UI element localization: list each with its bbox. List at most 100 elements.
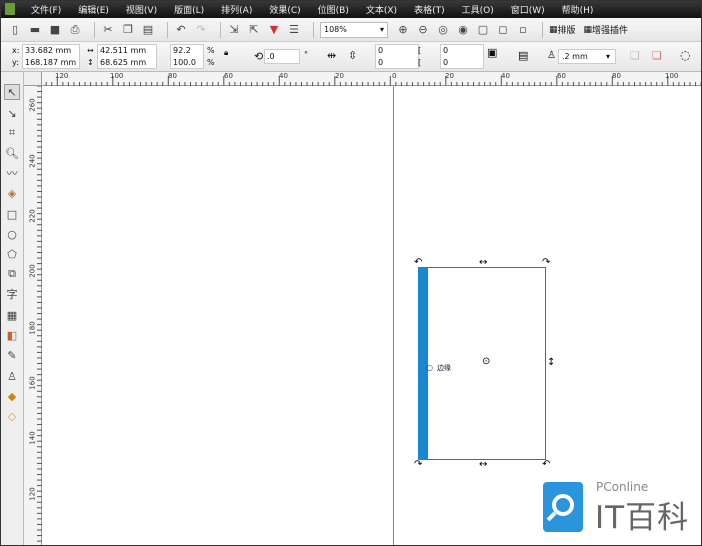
- cut-icon[interactable]: ✂: [101, 23, 115, 37]
- mirror-vertical-icon[interactable]: ⇳: [348, 50, 357, 62]
- ruler-label: 160: [28, 376, 37, 390]
- corner-top-right-input[interactable]: 0: [443, 45, 448, 57]
- copy-icon[interactable]: ❐: [121, 23, 135, 37]
- options-icon[interactable]: ☰: [287, 23, 301, 37]
- menu-help[interactable]: 帮助(H): [562, 3, 594, 16]
- skew-handle-icon[interactable]: ↔: [479, 258, 487, 268]
- layout-label: 排版: [557, 26, 576, 36]
- skew-handle-icon[interactable]: ↕: [547, 358, 555, 368]
- zoom-page-icon[interactable]: ▢: [476, 23, 490, 37]
- node-icon[interactable]: ○: [426, 363, 433, 373]
- ellipse-tool-icon[interactable]: ○: [4, 226, 20, 242]
- zoom-out-icon[interactable]: ⊖: [416, 23, 430, 37]
- rotate-handle-icon[interactable]: ↶: [414, 258, 422, 268]
- menu-arrange[interactable]: 排列(A): [221, 3, 252, 16]
- crop-tool-icon[interactable]: ⌗: [4, 125, 20, 141]
- zoom-level-select[interactable]: 108% ▾: [320, 21, 388, 38]
- horizontal-ruler[interactable]: 120 100 80 60 40 20 0 20 40 60 80 100: [24, 72, 702, 86]
- menu-file[interactable]: 文件(F): [31, 3, 61, 16]
- zoom-in-icon[interactable]: ⊕: [396, 23, 410, 37]
- redo-icon[interactable]: ↷: [194, 23, 208, 37]
- y-position-input[interactable]: 168.187 mm: [25, 57, 76, 69]
- open-icon[interactable]: ▬: [28, 23, 42, 37]
- rotation-input[interactable]: .0: [267, 51, 275, 63]
- text-tool-icon[interactable]: 字: [4, 286, 20, 302]
- scale-x-input[interactable]: 92.2: [173, 45, 191, 57]
- interactive-fill-icon[interactable]: ◇: [4, 408, 20, 424]
- scale-y-input[interactable]: 100.0: [173, 57, 196, 69]
- height-input[interactable]: 68.625 mm: [100, 57, 146, 69]
- drawing-canvas[interactable]: ↶ ↷ ↷ ↶ ↔ ↔ ↕ ⊙ ○ 边缘 PConline IT百科: [42, 86, 702, 546]
- menu-text[interactable]: 文本(X): [366, 3, 397, 16]
- x-position-input[interactable]: 33.682 mm: [25, 45, 71, 57]
- corner-bottom-left-input[interactable]: 0: [378, 57, 383, 69]
- print-icon[interactable]: ⎙: [68, 23, 82, 37]
- rotate-handle-icon[interactable]: ↷: [414, 460, 422, 470]
- page-border: [393, 86, 394, 546]
- zoom-height-icon[interactable]: ▫: [516, 23, 530, 37]
- table-tool-icon[interactable]: ▦: [4, 307, 20, 323]
- zoom-width-icon[interactable]: ◻: [496, 23, 510, 37]
- fill-tool-icon[interactable]: ◆: [4, 388, 20, 404]
- zoom-tool-icon[interactable]: 🔍︎: [4, 145, 20, 161]
- layout-button[interactable]: ▦ 排版: [549, 23, 576, 37]
- zoom-selected-icon[interactable]: ◎: [436, 23, 450, 37]
- menu-layout[interactable]: 版面(L): [174, 3, 204, 16]
- to-back-icon[interactable]: ❏: [652, 50, 662, 62]
- menu-effects[interactable]: 效果(C): [269, 3, 300, 16]
- shape-tool-icon[interactable]: ↘: [4, 105, 20, 121]
- height-icon: ↕: [87, 58, 94, 67]
- new-icon[interactable]: ▯: [8, 23, 22, 37]
- eyedropper-icon[interactable]: ✎: [4, 347, 20, 363]
- corner-bracket-left: [: [418, 46, 422, 55]
- vertical-ruler[interactable]: 260 240 220 200 180 160 140 120: [24, 86, 42, 546]
- undo-icon[interactable]: ↶: [174, 23, 188, 37]
- paste-icon[interactable]: ▤: [141, 23, 155, 37]
- menu-edit[interactable]: 编辑(E): [78, 3, 109, 16]
- import-icon[interactable]: ⇲: [227, 23, 241, 37]
- outline-tool-icon[interactable]: ♙: [4, 368, 20, 384]
- round-corners-lock-icon[interactable]: ▣: [487, 47, 497, 59]
- rectangle-tool-icon[interactable]: □: [4, 206, 20, 222]
- corner-top-left-input[interactable]: 0: [378, 45, 383, 57]
- rotation-center-icon[interactable]: ⊙: [482, 357, 490, 367]
- mirror-horizontal-icon[interactable]: ⇹: [327, 50, 336, 62]
- ruler-label: 220: [28, 209, 37, 223]
- plugin-icon: ▦: [583, 24, 593, 35]
- menu-bitmaps[interactable]: 位图(B): [318, 3, 349, 16]
- plugin-label: 增强插件: [592, 26, 629, 36]
- percent-y: %: [207, 58, 215, 67]
- corner-bottom-right-input[interactable]: 0: [443, 57, 448, 69]
- rotate-handle-icon[interactable]: ↶: [542, 460, 550, 470]
- ruler-label: 260: [28, 98, 37, 112]
- publish-pdf-icon[interactable]: ▼: [267, 23, 281, 37]
- polygon-tool-icon[interactable]: ⬠: [4, 246, 20, 262]
- basic-shapes-icon[interactable]: ⧉: [4, 266, 20, 282]
- smart-fill-icon[interactable]: ◈: [4, 185, 20, 201]
- zoom-all-icon[interactable]: ◉: [456, 23, 470, 37]
- menu-view[interactable]: 视图(V): [126, 3, 157, 16]
- pick-tool-icon[interactable]: ↖: [4, 84, 20, 100]
- skew-handle-icon[interactable]: ↔: [479, 460, 487, 470]
- ruler-label: 120: [55, 72, 69, 80]
- blend-tool-icon[interactable]: ◧: [4, 327, 20, 343]
- wrap-text-icon[interactable]: ▤: [518, 50, 528, 62]
- lock-ratio-icon[interactable]: 🔒︎: [224, 47, 228, 59]
- chevron-down-icon: ▾: [606, 52, 611, 61]
- menu-tools[interactable]: 工具(O): [462, 3, 494, 16]
- menu-table[interactable]: 表格(T): [414, 3, 445, 16]
- freehand-tool-icon[interactable]: 〰: [4, 165, 20, 181]
- width-input[interactable]: 42.511 mm: [100, 45, 146, 57]
- to-front-icon[interactable]: ❏: [630, 50, 640, 62]
- convert-to-curves-icon[interactable]: ◌: [680, 49, 690, 61]
- ruler-label: 0: [392, 72, 397, 80]
- menu-bar: 文件(F) 编辑(E) 视图(V) 版面(L) 排列(A) 效果(C) 位图(B…: [0, 0, 702, 18]
- property-bar: x: y: 33.682 mm 168.187 mm ↔ ↕ 42.511 mm…: [0, 42, 702, 72]
- menu-window[interactable]: 窗口(W): [511, 3, 545, 16]
- rotate-handle-icon[interactable]: ↷: [542, 258, 550, 268]
- export-icon[interactable]: ⇱: [247, 23, 261, 37]
- ruler-label: 80: [168, 72, 177, 80]
- ruler-origin[interactable]: [24, 72, 42, 86]
- save-icon[interactable]: ■: [48, 23, 62, 37]
- plugin-button[interactable]: ▦ 增强插件: [583, 23, 629, 37]
